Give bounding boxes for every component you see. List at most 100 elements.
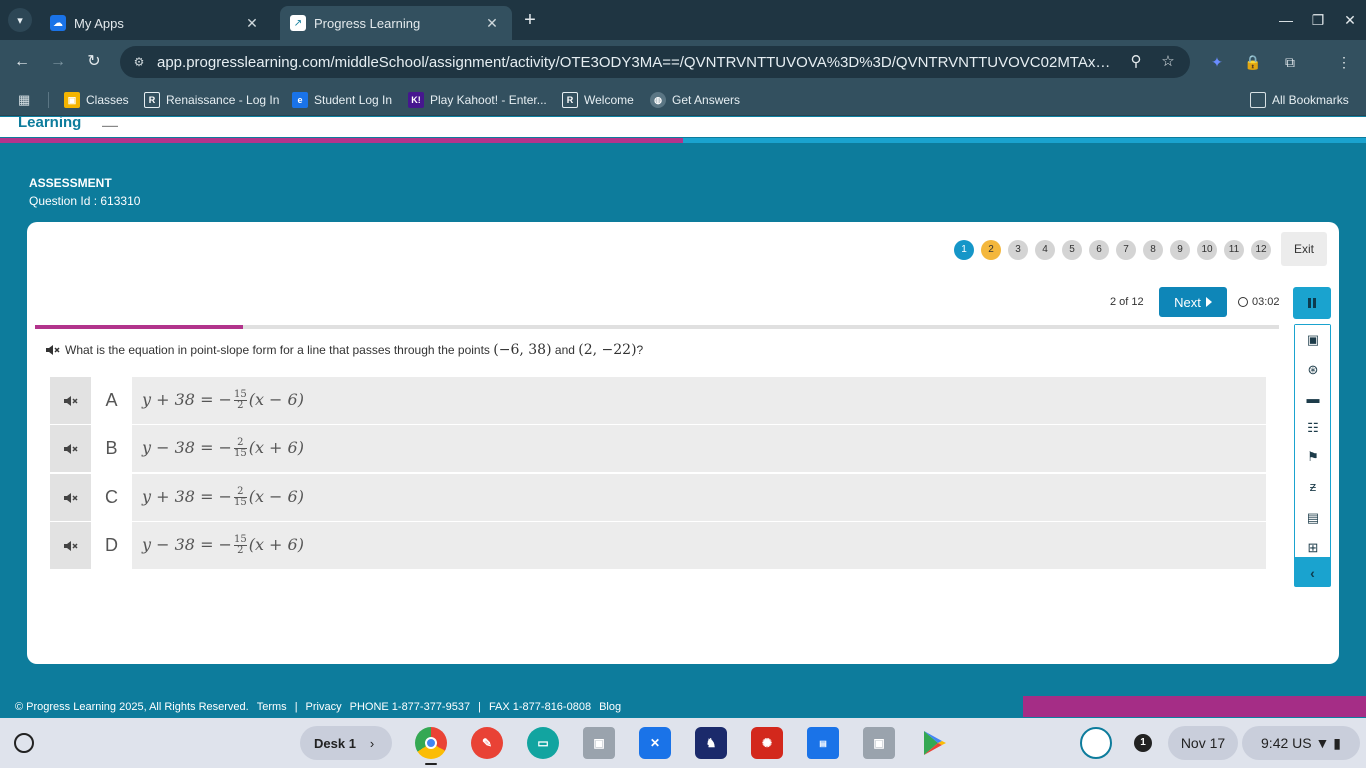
bookmark-star-icon[interactable]: ☆ <box>1158 52 1178 72</box>
footer-blog-link[interactable]: Blog <box>599 701 621 713</box>
globe-icon: ◍ <box>650 92 666 108</box>
timer-value: 03:02 <box>1252 296 1280 308</box>
next-button[interactable]: Next <box>1159 287 1227 317</box>
all-bookmarks-button[interactable]: All Bookmarks <box>1250 91 1349 109</box>
eliminate-icon[interactable]: ƶ <box>1304 478 1322 496</box>
apps-grid-icon[interactable]: ▦ <box>18 92 34 108</box>
play-store-icon[interactable] <box>919 727 951 759</box>
bookmark-welcome[interactable]: R Welcome <box>562 91 634 109</box>
chevron-left-icon[interactable]: ‹ <box>1294 560 1331 586</box>
question-nav-7[interactable]: 7 <box>1116 240 1136 260</box>
extension-lock-icon[interactable]: 🔒 <box>1243 52 1263 72</box>
question-nav-2[interactable]: 2 <box>981 240 1001 260</box>
bookmark-kahoot[interactable]: K! Play Kahoot! - Enter... <box>408 91 547 109</box>
tab-progress-learning[interactable]: ↗ Progress Learning ✕ <box>280 6 512 40</box>
option-letter: C <box>91 474 132 521</box>
canvas-app-icon[interactable]: ✎ <box>471 727 503 759</box>
tab-my-apps[interactable]: ☁ My Apps ✕ <box>40 6 272 40</box>
game-app-icon[interactable]: ♞ <box>695 727 727 759</box>
footer-separator: | <box>478 700 481 713</box>
chrome-app-icon[interactable] <box>415 727 447 759</box>
pause-icon <box>1308 298 1311 308</box>
speaker-mute-icon[interactable] <box>45 343 61 357</box>
status-tray[interactable]: 9:42 US ▼ ▮ <box>1242 726 1360 760</box>
extension-icon[interactable]: ✦ <box>1207 52 1227 72</box>
reload-icon[interactable]: ↻ <box>82 50 106 74</box>
all-bookmarks-label: All Bookmarks <box>1272 93 1349 107</box>
kahoot-icon: K! <box>408 92 424 108</box>
extensions-puzzle-icon[interactable]: ⧉ <box>1280 52 1300 72</box>
new-tab-button[interactable]: + <box>518 8 542 32</box>
speaker-mute-icon[interactable] <box>50 377 91 424</box>
tab-search-button[interactable]: ▾ <box>8 8 32 32</box>
footer-terms-link[interactable]: Terms <box>257 701 287 713</box>
accessibility-icon[interactable]: ⊛ <box>1304 361 1322 379</box>
cloud-icon: ☁ <box>50 15 66 31</box>
locale: US <box>1292 735 1312 751</box>
bookmark-get-answers[interactable]: ◍ Get Answers <box>650 91 740 109</box>
question-nav-1[interactable]: 1 <box>954 240 974 260</box>
date-pill[interactable]: Nov 17 <box>1168 726 1238 760</box>
menu-kebab-icon[interactable]: ⋮ <box>1334 52 1354 72</box>
address-bar[interactable]: ⚙ app.progresslearning.com/middleSchool/… <box>120 46 1190 78</box>
question-nav-6[interactable]: 6 <box>1089 240 1109 260</box>
bookmark-label: Classes <box>86 93 129 107</box>
site-info-icon[interactable]: ⚙ <box>130 53 148 71</box>
add-note-icon[interactable]: ⊞ <box>1304 539 1322 557</box>
launcher-icon[interactable] <box>14 733 34 753</box>
notes-list-icon[interactable]: ☷ <box>1304 419 1322 437</box>
speaker-mute-icon[interactable] <box>50 522 91 569</box>
user-avatar[interactable] <box>1080 727 1112 759</box>
footer-privacy-link[interactable]: Privacy <box>306 701 342 713</box>
question-nav-3[interactable]: 3 <box>1008 240 1028 260</box>
line-reader-icon[interactable]: ▬ <box>1304 390 1322 408</box>
speaker-mute-icon[interactable] <box>50 474 91 521</box>
question-nav-12[interactable]: 12 <box>1251 240 1271 260</box>
question-nav-8[interactable]: 8 <box>1143 240 1163 260</box>
question-nav-4[interactable]: 4 <box>1035 240 1055 260</box>
exit-button[interactable]: Exit <box>1281 232 1327 266</box>
close-window-icon[interactable]: ✕ <box>1338 8 1362 32</box>
answer-option-d[interactable]: D y − 38 = −15 2 (x + 6) <box>50 522 1266 569</box>
question-nav-5[interactable]: 5 <box>1062 240 1082 260</box>
question-nav-11[interactable]: 11 <box>1224 240 1244 260</box>
classroom-app-icon[interactable]: ▭ <box>527 727 559 759</box>
bookmark-student-log-in[interactable]: e Student Log In <box>292 91 392 109</box>
question-nav-9[interactable]: 9 <box>1170 240 1190 260</box>
card-app-icon[interactable]: ▤ <box>807 727 839 759</box>
pause-button[interactable] <box>1293 287 1331 319</box>
url-text[interactable]: app.progresslearning.com/middleSchool/as… <box>157 54 1112 71</box>
forward-arrow-icon[interactable]: → <box>46 50 70 74</box>
speaker-mute-icon[interactable] <box>50 425 91 472</box>
answer-option-c[interactable]: C y + 38 = −2 15 (x − 6) <box>50 474 1266 521</box>
back-arrow-icon[interactable]: ← <box>10 50 34 74</box>
fraction-denominator: 15 <box>233 497 247 508</box>
header-strip: Learning ▬▬▬▬ <box>0 117 1366 137</box>
notification-badge[interactable]: 1 <box>1134 734 1152 752</box>
cube-app-icon[interactable]: ▣ <box>583 727 615 759</box>
answer-option-b[interactable]: B y − 38 = −2 15 (x + 6) <box>50 425 1266 472</box>
folder-icon <box>1250 92 1266 108</box>
bookmark-label: Play Kahoot! - Enter... <box>430 93 547 107</box>
x-app-icon[interactable]: ✕ <box>639 727 671 759</box>
flag-icon[interactable]: ⚑ <box>1304 448 1322 466</box>
header-stripe-magenta <box>0 138 683 143</box>
save-icon[interactable]: ▣ <box>1304 331 1322 349</box>
bookmark-label: Student Log In <box>314 93 393 107</box>
option-letter: B <box>91 425 132 472</box>
restore-icon[interactable]: ❐ <box>1306 8 1330 32</box>
cube-app-icon[interactable]: ▣ <box>863 727 895 759</box>
bookmark-renaissance[interactable]: R Renaissance - Log In <box>144 91 279 109</box>
bookmark-classes[interactable]: ▣ Classes <box>64 91 129 109</box>
header-stripe-blue <box>683 138 1366 143</box>
answer-option-a[interactable]: A y + 38 = −15 2 (x − 6) <box>50 377 1266 424</box>
close-tab-icon[interactable]: ✕ <box>482 13 502 33</box>
minimize-icon[interactable]: — <box>1274 8 1298 32</box>
close-tab-icon[interactable]: ✕ <box>242 13 262 33</box>
zoom-icon[interactable]: ⚲ <box>1126 52 1146 72</box>
clipboard-icon[interactable]: ▤ <box>1304 509 1322 527</box>
radial-app-icon[interactable]: ✺ <box>751 727 783 759</box>
question-nav-10[interactable]: 10 <box>1197 240 1217 260</box>
next-label: Next <box>1174 294 1201 310</box>
desk-switcher[interactable]: Desk 1 › <box>300 726 392 760</box>
